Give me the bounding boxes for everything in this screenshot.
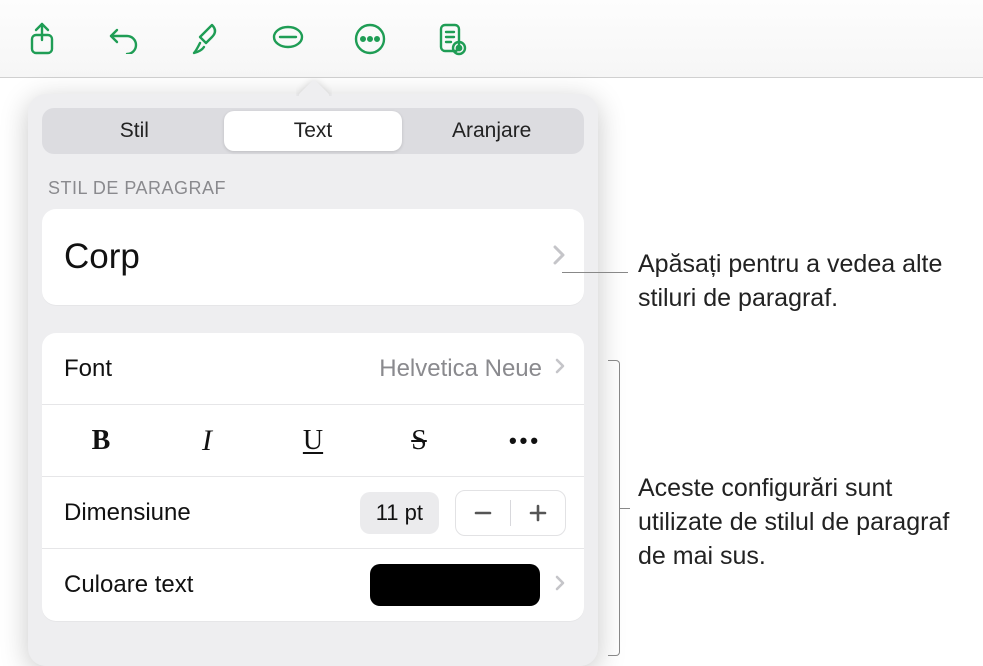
popover-arrow bbox=[296, 78, 332, 96]
text-color-row[interactable]: Culoare text bbox=[42, 549, 584, 621]
format-brush-icon[interactable] bbox=[184, 17, 228, 61]
size-decrease-button[interactable] bbox=[456, 491, 510, 535]
size-label: Dimensiune bbox=[64, 499, 360, 527]
tab-text[interactable]: Text bbox=[224, 111, 403, 151]
app-toolbar bbox=[0, 0, 983, 78]
text-color-swatch[interactable] bbox=[370, 564, 540, 606]
text-settings-card: Font Helvetica Neue B I U S ••• Dimensiu… bbox=[42, 333, 584, 621]
tab-style[interactable]: Stil bbox=[45, 111, 224, 151]
callout-settings: Aceste configurări sunt utilizate de sti… bbox=[638, 472, 968, 573]
font-value: Helvetica Neue bbox=[379, 355, 542, 383]
text-color-label: Culoare text bbox=[64, 571, 370, 599]
format-tabs: Stil Text Aranjare bbox=[42, 108, 584, 154]
bold-button[interactable]: B bbox=[66, 416, 136, 466]
callout-leader bbox=[562, 272, 628, 273]
comment-icon[interactable] bbox=[266, 17, 310, 61]
popover-fade bbox=[28, 646, 598, 666]
chevron-right-icon bbox=[554, 574, 566, 597]
italic-button[interactable]: I bbox=[172, 416, 242, 466]
size-increase-button[interactable] bbox=[511, 491, 565, 535]
more-icon[interactable] bbox=[348, 17, 392, 61]
size-row: Dimensiune 11 pt bbox=[42, 477, 584, 549]
underline-button[interactable]: U bbox=[278, 416, 348, 466]
strikethrough-button[interactable]: S bbox=[384, 416, 454, 466]
reading-icon[interactable] bbox=[430, 17, 474, 61]
paragraph-style-name: Corp bbox=[64, 237, 552, 277]
share-icon[interactable] bbox=[20, 17, 64, 61]
more-styles-button[interactable]: ••• bbox=[490, 416, 560, 466]
callout-bracket bbox=[608, 360, 620, 656]
section-label-paragraph-style: STIL DE PARAGRAF bbox=[48, 178, 578, 199]
text-style-row: B I U S ••• bbox=[42, 405, 584, 477]
chevron-right-icon bbox=[552, 244, 566, 271]
tab-arrange[interactable]: Aranjare bbox=[402, 111, 581, 151]
format-popover: Stil Text Aranjare STIL DE PARAGRAF Corp… bbox=[28, 94, 598, 666]
paragraph-style-picker[interactable]: Corp bbox=[42, 209, 584, 305]
chevron-right-icon bbox=[554, 357, 566, 380]
undo-icon[interactable] bbox=[102, 17, 146, 61]
size-value[interactable]: 11 pt bbox=[360, 492, 439, 534]
font-row[interactable]: Font Helvetica Neue bbox=[42, 333, 584, 405]
size-stepper bbox=[455, 490, 566, 536]
callout-paragraph-style: Apăsați pentru a vedea alte stiluri de p… bbox=[638, 248, 968, 316]
font-label: Font bbox=[64, 355, 379, 383]
callout-bracket-feed bbox=[620, 508, 630, 509]
